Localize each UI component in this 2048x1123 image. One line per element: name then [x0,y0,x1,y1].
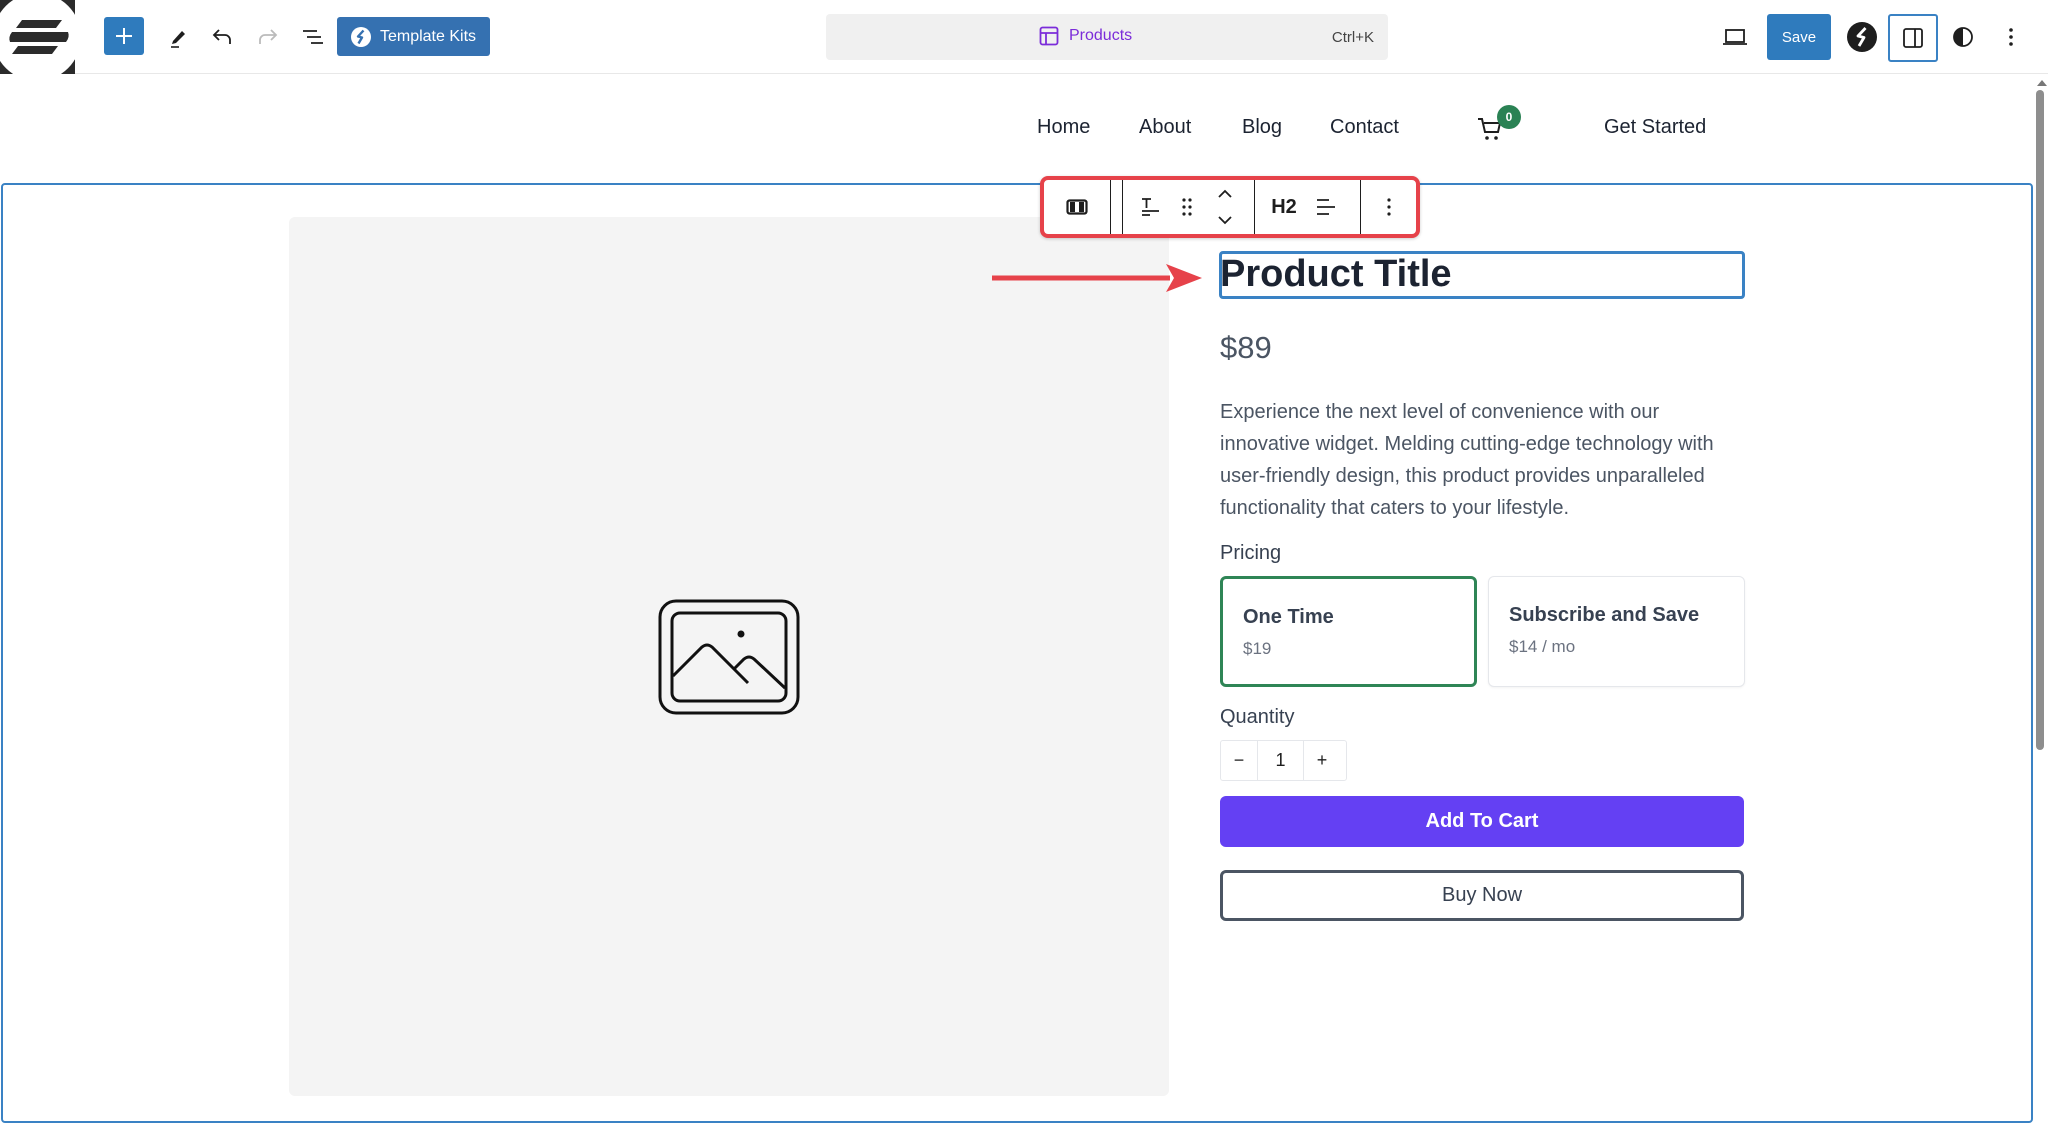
pricing-option-price: $14 / mo [1509,637,1576,656]
quantity-stepper: − 1 + [1220,740,1347,781]
more-vertical-icon [2009,28,2013,46]
quantity-label: Quantity [1220,706,1295,728]
product-price: $89 [1220,330,1272,365]
undo-button[interactable] [206,20,238,54]
toolbar-divider [1254,180,1255,234]
annotation-arrow [992,264,1202,292]
brand-plugin-button[interactable] [1845,20,1879,54]
more-options-icon [1387,198,1391,216]
site-logo[interactable] [0,0,75,74]
cart-count-badge: 0 [1497,105,1521,129]
style-toggle-button[interactable] [1946,20,1980,54]
document-overview-icon [303,30,323,44]
product-title[interactable]: Product Title [1220,253,1452,296]
move-up-icon [1218,189,1232,198]
nav-link-about[interactable]: About [1139,116,1191,139]
desktop-preview-icon [1723,29,1747,45]
pricing-label: Pricing [1220,542,1282,564]
move-down-button[interactable] [1208,208,1242,232]
sidebar-toggle-icon [1903,28,1923,48]
keyboard-shortcut: Ctrl+K [1331,29,1374,46]
toolbar-divider [1360,180,1361,234]
site-logo-icon [0,0,75,74]
nav-link-home[interactable]: Home [1037,116,1090,139]
add-block-button[interactable] [104,17,144,55]
drag-handle[interactable] [1172,184,1202,230]
block-toolbar: H2 [1040,176,1420,238]
options-menu-button[interactable] [1996,20,2026,54]
undo-icon [212,29,231,44]
heading-level-button[interactable]: H2 [1262,184,1306,230]
document-overview-button[interactable] [296,20,330,54]
block-parent-selector[interactable] [1052,184,1102,230]
brand-s-icon [1847,22,1877,52]
template-kits-label: Template Kits [379,27,477,45]
drag-handle-icon [1182,198,1192,216]
quantity-increase-button[interactable]: + [1304,741,1340,780]
device-preview-button[interactable] [1718,20,1752,54]
product-description: Experience the next level of convenience… [1220,401,1714,519]
add-to-cart-button[interactable]: Add To Cart [1220,796,1744,847]
plus-icon [116,28,132,44]
nav-link-contact[interactable]: Contact [1330,116,1399,139]
command-palette-button[interactable]: Products Ctrl+K [826,14,1388,60]
move-down-icon [1218,216,1232,225]
scrollbar-thumb[interactable] [2036,90,2044,750]
tools-button[interactable] [162,20,194,54]
pricing-option-one-time[interactable]: One Time $19 [1220,576,1477,687]
pricing-option-price: $19 [1243,639,1272,658]
document-title: Products [1039,26,1132,46]
toolbar-divider [1110,180,1111,234]
pricing-option-name: One Time [1243,606,1334,628]
toolbar-divider [1122,180,1123,234]
template-kits-button[interactable]: Template Kits [337,17,490,56]
text-style-button[interactable] [1132,184,1168,230]
redo-button[interactable] [252,20,284,54]
align-icon [1317,199,1335,215]
brand-s-icon [350,26,371,47]
nav-link-blog[interactable]: Blog [1242,116,1282,139]
get-started-link[interactable]: Get Started [1604,116,1706,139]
editor-top-bar: Template Kits Products Ctrl+K Save [0,0,2048,74]
settings-sidebar-toggle[interactable] [1888,14,1938,62]
buy-now-button[interactable]: Buy Now [1220,870,1744,921]
redo-icon [259,29,278,44]
document-title-label: Products [1069,27,1133,44]
move-up-button[interactable] [1208,182,1242,206]
quantity-input[interactable]: 1 [1257,741,1304,780]
quantity-decrease-button[interactable]: − [1221,741,1257,780]
scroll-up-arrow-icon[interactable] [2037,80,2047,86]
template-icon [1039,26,1059,46]
text-style-icon [1142,198,1159,216]
contrast-icon [1953,27,1973,47]
block-type-icon [1066,199,1088,215]
save-button[interactable]: Save [1767,14,1831,60]
block-options-button[interactable] [1366,184,1412,230]
pricing-option-subscribe[interactable]: Subscribe and Save $14 / mo [1488,576,1745,687]
pricing-option-name: Subscribe and Save [1509,604,1700,626]
pencil-icon [171,31,185,48]
product-image-placeholder[interactable] [289,217,1169,1096]
text-align-button[interactable] [1308,184,1344,230]
image-icon [658,599,800,714]
